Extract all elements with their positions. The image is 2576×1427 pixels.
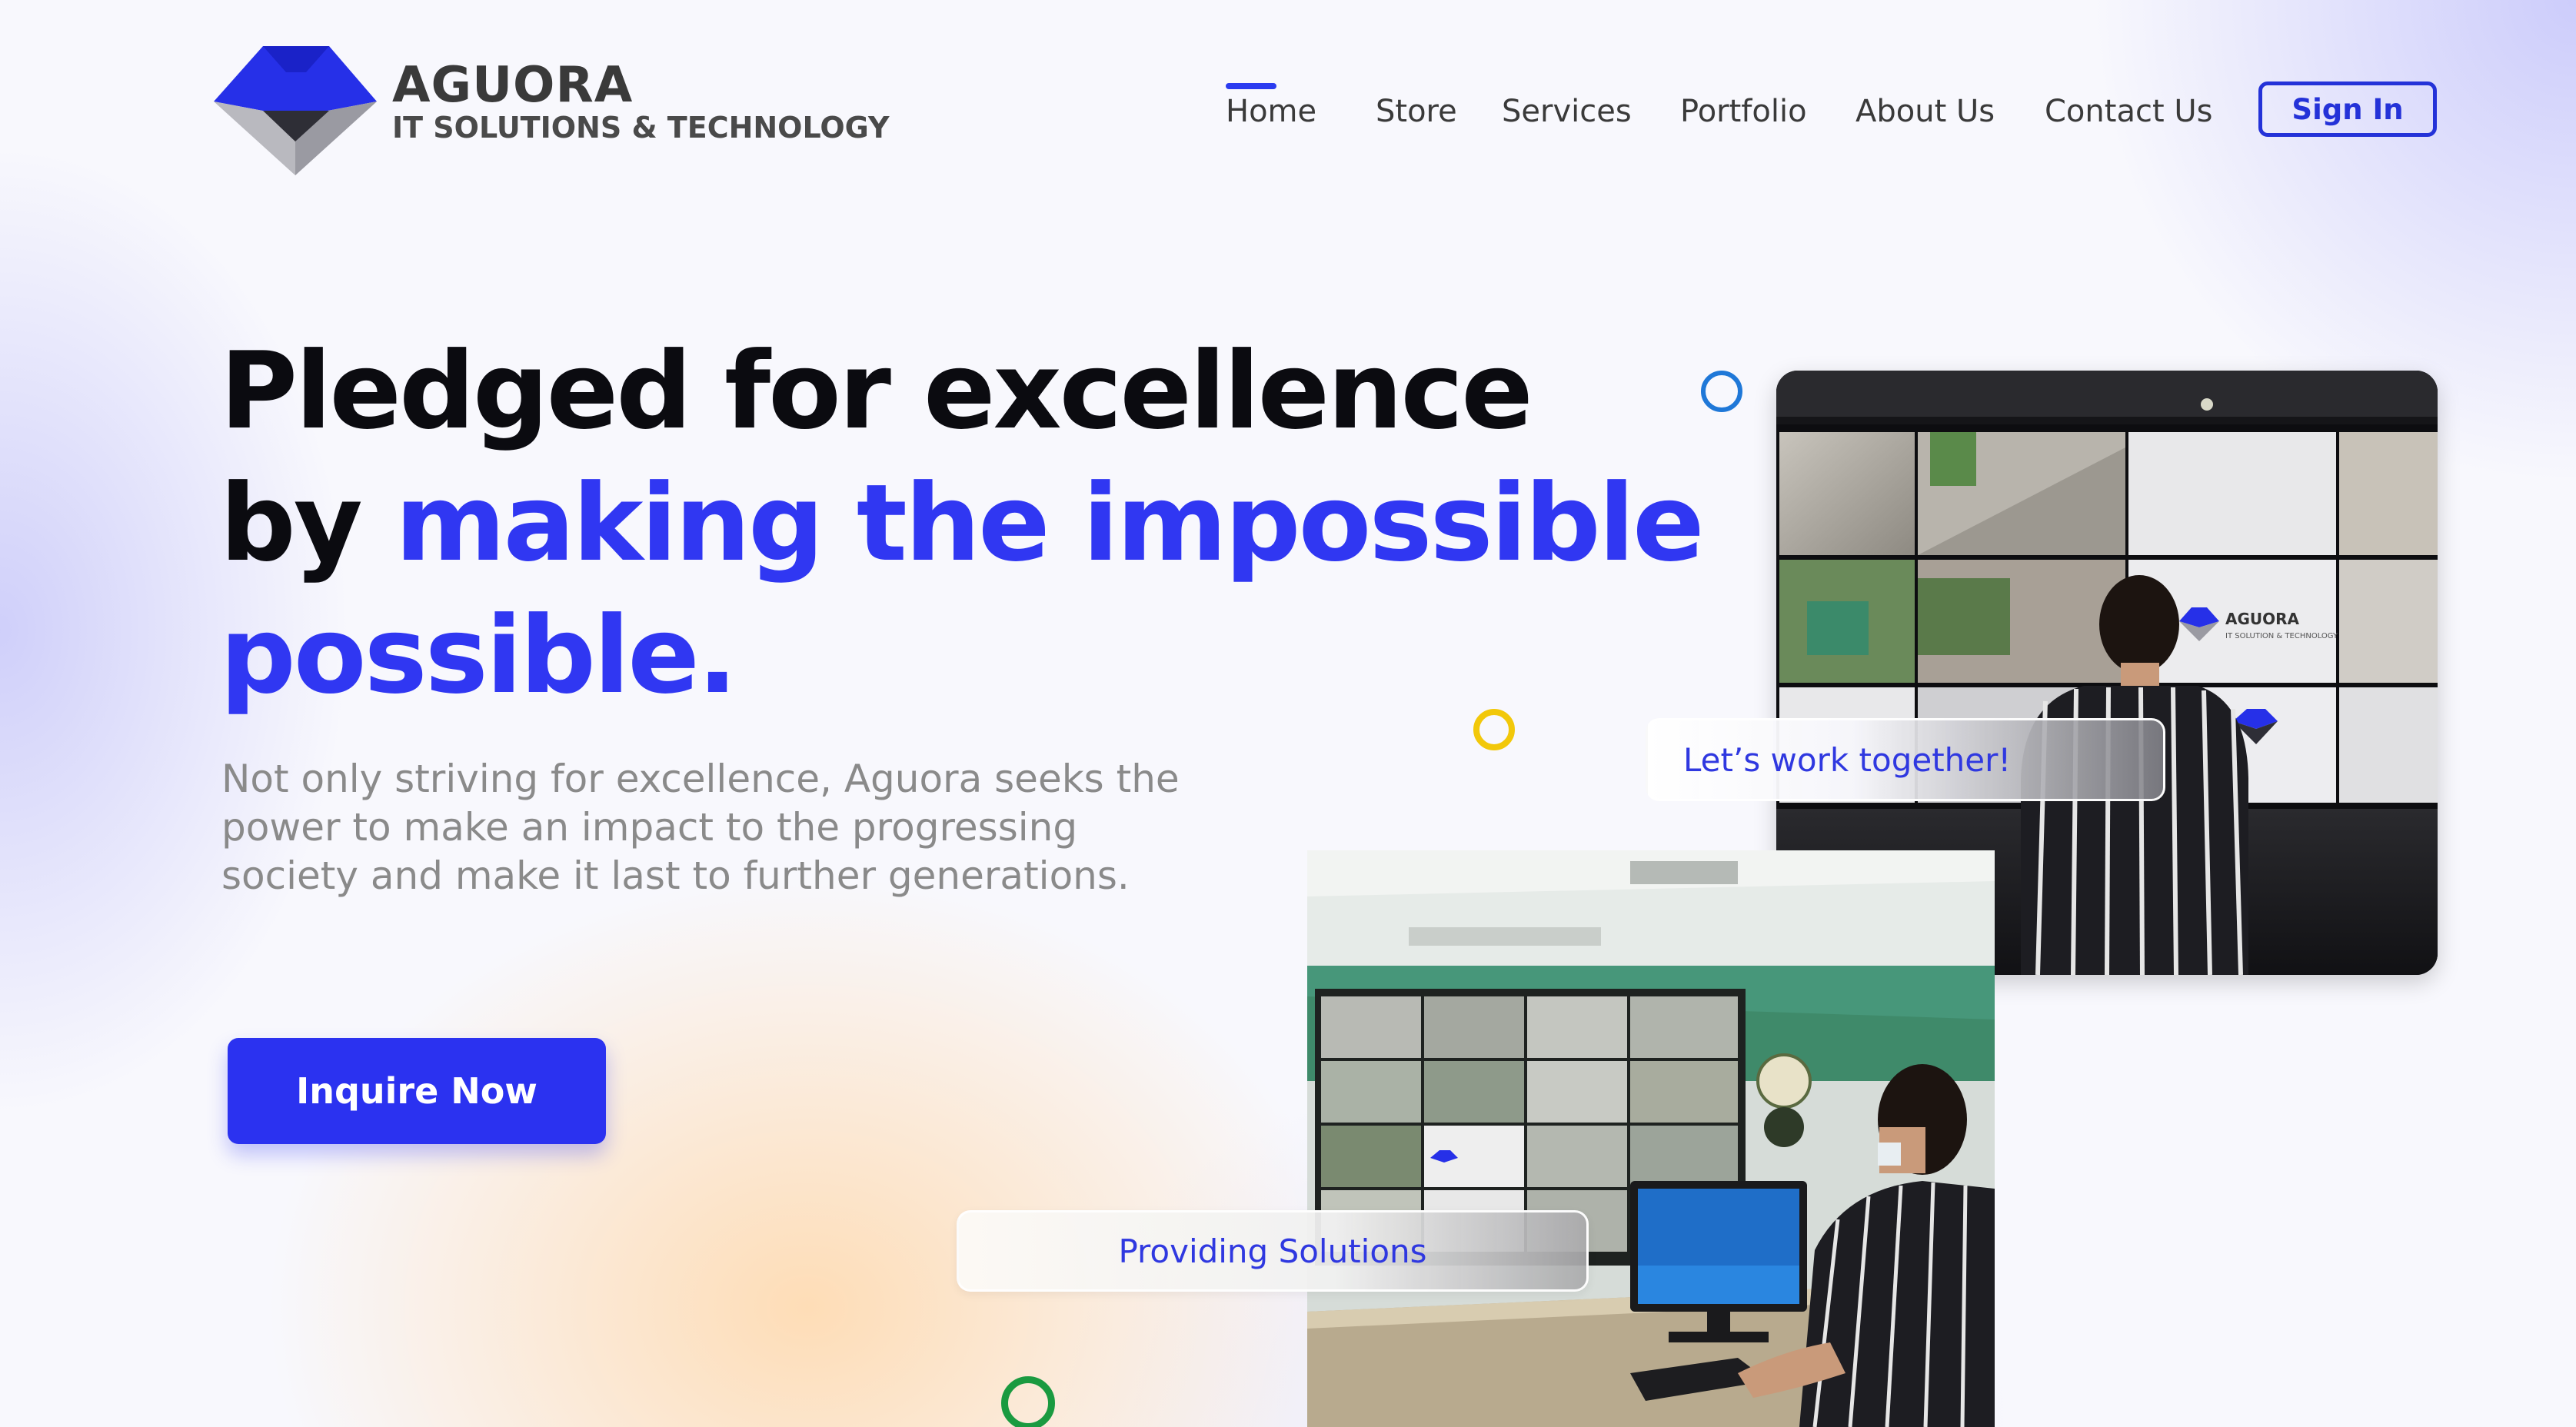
sign-in-button[interactable]: Sign In [2258,81,2437,137]
nav-item-portfolio[interactable]: Portfolio [1680,94,1807,129]
nav-item-home[interactable]: Home [1226,94,1316,129]
hero-description: Not only striving for excellence, Aguora… [221,757,1180,898]
nav-item-contact-us[interactable]: Contact Us [2045,94,2212,129]
wall-logo-name: AGUORA [2225,610,2300,628]
nav-item-services[interactable]: Services [1502,94,1632,129]
nav-item-store[interactable]: Store [1376,94,1457,129]
wall-logo-tagline: IT SOLUTION & TECHNOLOGY [2225,632,2338,640]
nav-active-indicator [1226,83,1276,89]
brand-name: AGUORA [392,57,634,114]
providing-solutions-badge: Providing Solutions [957,1210,1589,1292]
nav-item-about-us[interactable]: About Us [1855,94,1995,129]
hero-line-3-accent: possible. [220,594,737,717]
operator-desk-illustration [1307,850,1995,1427]
inquire-now-button[interactable]: Inquire Now [228,1038,606,1144]
hero-line-2-prefix: by [220,461,363,585]
decor-ring-blue [1701,371,1742,412]
control-room-photo-bottom [1307,850,1995,1427]
hero-line-2: by making the impossible [220,471,1705,577]
hero-line-2-accent: making the impossible [394,461,1705,585]
brand-tagline: IT SOLUTIONS & TECHNOLOGY [392,111,890,145]
brand-logo[interactable]: AGUORA IT SOLUTIONS & TECHNOLOGY [214,46,890,175]
hero-line-3: possible. [220,603,737,709]
lets-work-together-badge: Let’s work together! [1646,718,2165,801]
decor-ring-yellow [1473,709,1515,750]
decor-ring-green [1001,1376,1055,1427]
aguora-logo-icon [214,46,377,175]
hero-line-1: Pledged for excellence [220,329,1533,453]
